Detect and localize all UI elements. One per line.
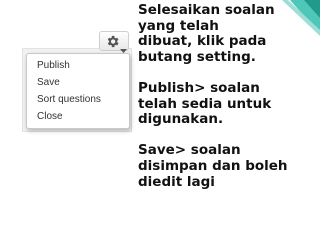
instruction-line: disimpan dan boleh [138, 157, 288, 174]
menu-item-save[interactable]: Save [27, 74, 129, 91]
instruction-paragraph: Selesaikan soalan yang telah dibuat, kli… [138, 2, 318, 65]
instruction-line: Save> soalan [138, 142, 241, 159]
gear-icon [105, 34, 120, 54]
instruction-line: digunakan. [138, 111, 224, 128]
instruction-line: telah sedia untuk [138, 95, 272, 112]
settings-dropdown-menu: Publish Save Sort questions Close [26, 53, 130, 129]
instruction-paragraph: Publish> soalan telah sedia untuk diguna… [138, 79, 318, 128]
instruction-line: dibuat, klik pada [138, 33, 267, 50]
instruction-line: Selesaikan soalan [138, 2, 275, 18]
instruction-paragraph: Save> soalan disimpan dan boleh diedit l… [138, 143, 318, 190]
instruction-line: diedit lagi [138, 173, 215, 190]
instruction-line: Publish> soalan [138, 79, 260, 96]
menu-item-close[interactable]: Close [27, 108, 129, 125]
instruction-line: yang telah [138, 17, 219, 34]
menu-item-sort-questions[interactable]: Sort questions [27, 91, 129, 108]
menu-item-publish[interactable]: Publish [27, 57, 129, 74]
instruction-line: butang setting. [138, 48, 256, 65]
settings-button[interactable] [99, 31, 129, 54]
instruction-text: Selesaikan soalan yang telah dibuat, kli… [138, 2, 318, 190]
